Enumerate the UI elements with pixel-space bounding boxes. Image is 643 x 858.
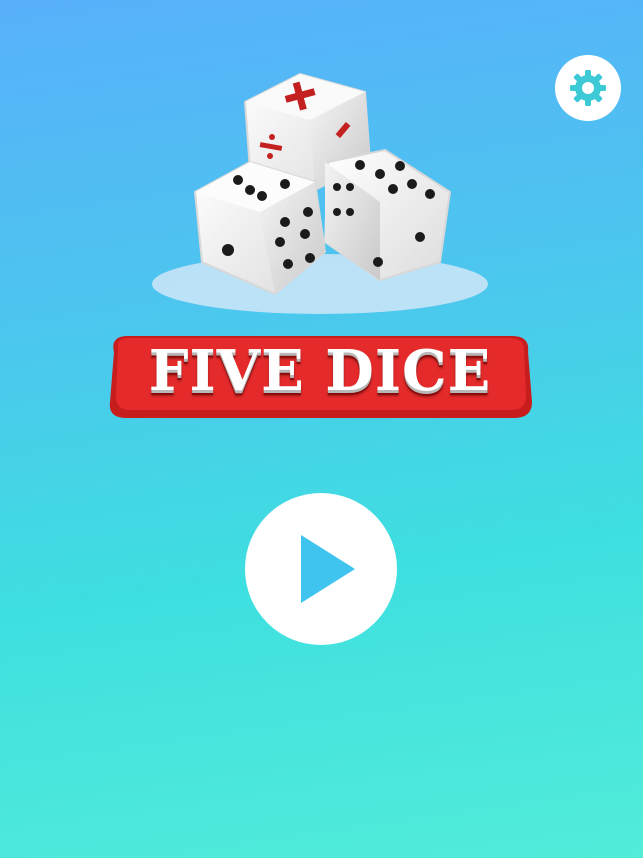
gear-icon bbox=[570, 70, 606, 106]
settings-button[interactable] bbox=[555, 55, 621, 121]
title-banner: FIVE DICE bbox=[100, 330, 540, 422]
play-button[interactable] bbox=[245, 493, 397, 645]
dice-logo bbox=[152, 73, 488, 314]
play-icon bbox=[301, 535, 355, 603]
game-title: FIVE DICE bbox=[148, 338, 492, 404]
